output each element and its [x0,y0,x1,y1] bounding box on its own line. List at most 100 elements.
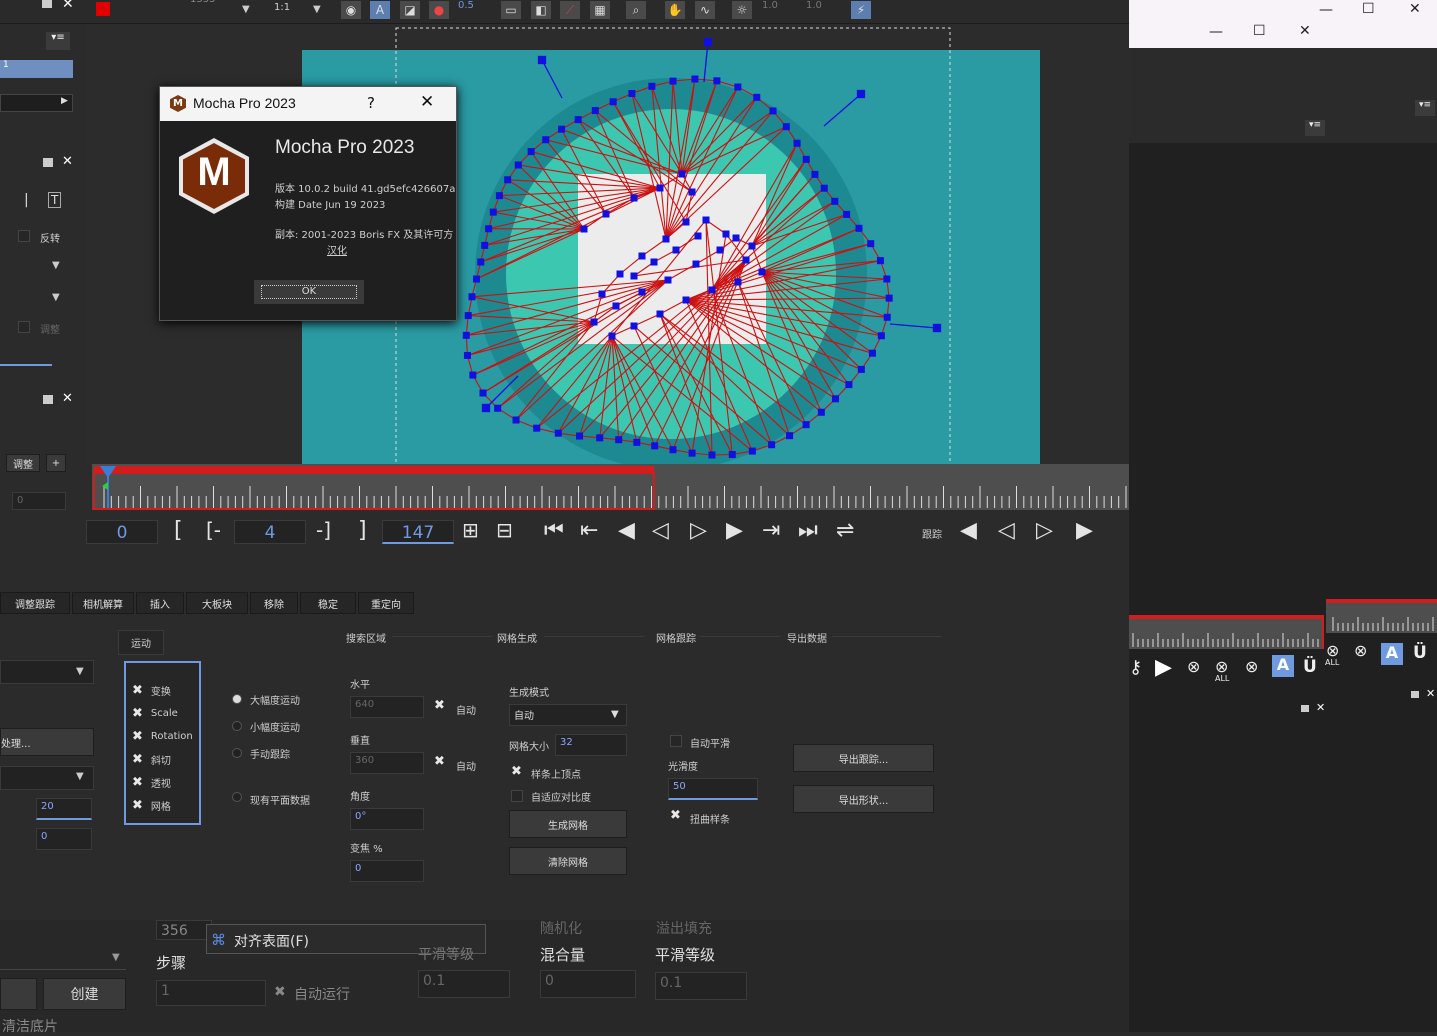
panel-menu-icon[interactable]: ▾≡ [46,32,70,50]
float-icon[interactable] [43,158,53,167]
motion-item[interactable]: ✖变换 [132,683,171,698]
horizontal-field[interactable]: 640 [350,696,424,718]
step-forward-bracket[interactable]: -] [316,518,331,542]
color-swatch-red[interactable] [96,2,110,16]
motion-item[interactable]: ✖斜切 [132,752,171,767]
slider-track[interactable] [0,364,52,366]
maximize-icon[interactable]: ☐ [1362,1,1375,17]
localization-link[interactable]: 汉化 [327,242,347,257]
warp-spline-check-icon[interactable]: ✖ [670,808,681,823]
magnifier-icon[interactable]: ⌕ [625,0,647,20]
dropdown-arrow-icon[interactable]: ▼ [76,666,84,677]
layer-overlay-icon[interactable]: ◪ [399,0,421,20]
motion-item[interactable]: ✖透视 [132,775,171,790]
close-icon[interactable]: ✕ [1316,701,1325,714]
adjust-checkbox[interactable] [18,321,30,333]
opacity-value[interactable]: 0.5 [458,0,474,11]
motion-item[interactable]: ✖网格 [132,798,171,813]
auto-run-check-icon[interactable]: ✖ [274,984,286,1000]
curve-icon[interactable]: ∿ [694,0,716,20]
export-tracking-button[interactable]: 导出跟踪... [793,744,934,772]
adaptive-contrast-checkbox[interactable] [511,790,523,802]
left-process-button[interactable]: 处理... [0,728,94,756]
mesh-size-field[interactable]: 32 [555,734,627,756]
gen-mesh-button[interactable]: 生成网格 [509,810,627,838]
text-tool-icon[interactable]: T [48,192,61,208]
text-a-icon-2[interactable]: A [1381,643,1403,665]
auto-horizontal-check-icon[interactable]: ✖ [434,698,445,713]
tab-camera-solve[interactable]: 相机解算 [72,592,134,614]
left-dropdown-3[interactable] [0,946,126,970]
close-icon[interactable]: ✕ [1409,1,1421,17]
radio-option[interactable] [232,748,242,758]
checked-x-icon[interactable]: ✖ [132,752,143,767]
monitor-icon[interactable]: ▭ [500,0,522,20]
radio-existing[interactable] [232,792,242,802]
close-icon[interactable]: ✕ [62,0,74,12]
tab-reorient[interactable]: 重定向 [358,592,414,614]
minimize-icon[interactable]: — [1209,24,1223,40]
out-point-bracket[interactable]: ] [358,518,367,543]
go-start-icon[interactable]: ⏮ [544,518,564,543]
smoothness-field[interactable]: 50 [668,778,758,800]
stack-icon[interactable]: ◧ [530,0,552,20]
dropdown-arrow-icon[interactable]: ▼ [611,709,619,720]
minimize-icon[interactable]: — [1319,2,1333,18]
track-backward-icon[interactable]: ◀ [960,518,977,543]
vertical-field[interactable]: 360 [350,752,424,774]
checked-x-icon[interactable]: ✖ [132,706,143,721]
u-umlaut-icon[interactable]: Ü [1303,657,1317,677]
zoom-field[interactable]: 0 [350,860,424,882]
end-frame-field[interactable]: 147 [382,520,454,544]
key-plus-icon[interactable]: ⚷ [1129,657,1142,678]
left-stub-button[interactable] [0,978,37,1010]
gamma-value[interactable]: 1.0 [806,0,822,11]
in-point-bracket[interactable]: [ [174,518,183,543]
play-forward-icon[interactable]: ▶ [726,518,743,543]
timeline-ruler[interactable] [92,464,1129,510]
auto-smooth-checkbox[interactable] [670,735,682,747]
track-forward-icon[interactable]: ▶ [1076,518,1093,543]
zoom-range-icon[interactable]: ⊟ [496,518,513,542]
float-icon[interactable] [43,395,53,404]
close-icon[interactable]: ✕ [420,92,434,112]
tab-remove[interactable]: 移除 [250,592,298,614]
motion-item[interactable]: ✖Rotation [132,729,193,744]
create-button[interactable]: 创建 [43,978,126,1010]
mask-red-icon[interactable]: ● [428,0,450,20]
text-a-icon[interactable]: A [1272,655,1294,677]
maximize-icon[interactable]: ☐ [1253,23,1266,39]
close-icon[interactable]: ✕ [1426,687,1435,700]
checked-x-icon[interactable]: ✖ [132,775,143,790]
float-icon[interactable] [1301,705,1309,712]
tab-big-block[interactable]: 大板块 [186,592,248,614]
checked-x-icon[interactable]: ✖ [132,798,143,813]
step-forward-icon[interactable]: ▷ [690,518,707,543]
next-key-icon[interactable]: ⇥ [762,518,780,543]
dropdown-arrow-icon[interactable]: ▼ [242,4,250,15]
clear-forward-icon-2[interactable]: ⊗ [1354,641,1367,660]
clear-mesh-button[interactable]: 清除网格 [509,847,627,875]
dropdown-arrow-icon[interactable]: ▼ [52,260,60,271]
layer-row-selected[interactable]: 1 [0,60,73,78]
add-button[interactable]: + [46,454,66,472]
arrow-right-icon[interactable]: ▶ [61,96,68,106]
tab-stabilize[interactable]: 稳定 [300,592,356,614]
invert-checkbox[interactable] [18,230,30,242]
tab-insert[interactable]: 插入 [136,592,184,614]
radio-option[interactable] [232,694,242,704]
hand-icon[interactable]: ✋ [664,0,686,20]
clear-back-icon[interactable]: ⊗ [1187,657,1200,676]
track-step-forward-icon[interactable]: ▷ [1036,518,1053,543]
close-icon[interactable]: ✕ [1299,23,1311,39]
step-back-bracket[interactable]: [- [206,518,221,542]
dropdown-arrow-icon[interactable]: ▼ [112,952,120,963]
auto-vertical-check-icon[interactable]: ✖ [434,754,445,769]
fit-range-icon[interactable]: ⊞ [462,518,479,542]
sun-icon[interactable]: ☼ [731,0,753,20]
ok-button[interactable]: OK [253,279,365,305]
help-icon[interactable]: ? [367,94,375,112]
value-356-field[interactable]: 356 [156,920,212,940]
gen-mode-select[interactable]: 自动 [509,704,627,726]
dropdown-arrow-icon[interactable]: ▼ [76,771,84,782]
